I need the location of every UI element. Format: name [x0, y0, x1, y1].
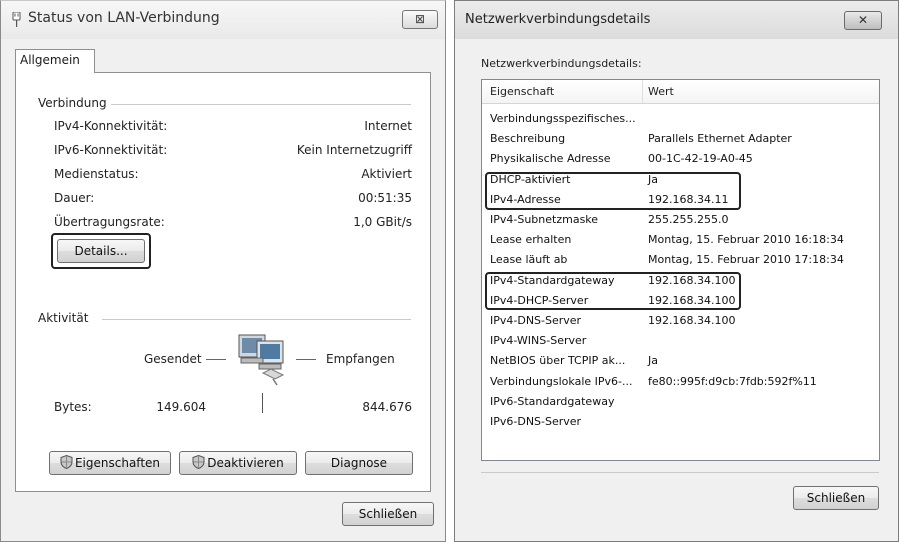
close-icon: ✕: [857, 13, 869, 27]
network-plug-icon: [12, 12, 21, 27]
bytes-received-value: 844.676: [362, 400, 412, 414]
disable-button[interactable]: Deaktivieren: [179, 451, 297, 475]
row-value[interactable]: 00-1C-42-19-A0-45: [648, 152, 753, 165]
disable-button-label: Deaktivieren: [207, 456, 284, 470]
properties-button[interactable]: Eigenschaften: [49, 451, 171, 475]
row-property[interactable]: Lease läuft ab: [490, 253, 567, 266]
ipv6-connectivity-label: IPv6-Konnektivität:: [54, 143, 168, 157]
group-divider: [102, 319, 411, 320]
transfer-rate-value: 1,0 GBit/s: [353, 215, 412, 229]
media-status-value: Aktiviert: [361, 167, 412, 181]
close-button[interactable]: Schließen: [793, 486, 879, 510]
title-bar[interactable]: Netzwerkverbindungsdetails ✕: [455, 1, 898, 39]
row-value[interactable]: Montag, 15. Februar 2010 17:18:34: [648, 253, 844, 266]
row-property[interactable]: IPv4-Subnetzmaske: [490, 213, 598, 226]
network-computers-icon: [238, 334, 285, 386]
bytes-label: Bytes:: [54, 400, 92, 414]
connection-group-label: Verbindung: [38, 96, 113, 110]
ipv4-connectivity-value: Internet: [364, 119, 412, 133]
tab-panel: Verbindung IPv4-Konnektivität: Internet …: [15, 72, 431, 492]
column-header-value[interactable]: Wert: [648, 85, 674, 98]
row-property[interactable]: Lease erhalten: [490, 233, 571, 246]
row-property[interactable]: IPv4-DNS-Server: [490, 314, 581, 327]
window-title: Netzwerkverbindungsdetails: [465, 12, 651, 27]
lan-status-window: Status von LAN-Verbindung ⊠ Allgemein Ve…: [0, 0, 446, 542]
row-value[interactable]: 255.255.255.0: [648, 213, 728, 226]
bytes-sent-value: 149.604: [156, 400, 206, 414]
uac-shield-icon: [60, 455, 73, 469]
row-property[interactable]: Beschreibung: [490, 132, 565, 145]
uac-shield-icon: [192, 455, 205, 469]
ipv4-connectivity-label: IPv4-Konnektivität:: [54, 119, 168, 133]
title-bar[interactable]: Status von LAN-Verbindung ⊠: [1, 1, 445, 39]
details-button[interactable]: Details...: [57, 239, 145, 263]
group-divider: [111, 104, 411, 105]
ipv6-connectivity-value: Kein Internetzugriff: [296, 143, 412, 157]
column-separator[interactable]: [642, 80, 643, 103]
row-value[interactable]: fe80::995f:d9cb:7fdb:592f%11: [648, 375, 817, 388]
duration-value: 00:51:35: [358, 191, 412, 205]
row-property[interactable]: Physikalische Adresse: [490, 152, 611, 165]
sent-label: Gesendet: [144, 352, 202, 366]
diagnose-button[interactable]: Diagnose: [305, 451, 413, 475]
media-status-label: Medienstatus:: [54, 167, 139, 181]
listview-header: Eigenschaft Wert: [482, 80, 879, 104]
properties-button-label: Eigenschaften: [74, 456, 161, 470]
details-subtitle: Netzwerkverbindungsdetails:: [481, 57, 642, 70]
window-title: Status von LAN-Verbindung: [28, 10, 220, 26]
duration-label: Dauer:: [54, 191, 95, 205]
close-icon: ⊠: [414, 12, 426, 26]
footer-divider: [481, 472, 879, 473]
row-property[interactable]: IPv6-DNS-Server: [490, 415, 581, 428]
activity-group-label: Aktivität: [38, 311, 95, 325]
close-button[interactable]: Schließen: [342, 502, 434, 526]
row-property[interactable]: Verbindungsspezifisches...: [490, 112, 636, 125]
row-value[interactable]: Montag, 15. Februar 2010 16:18:34: [648, 233, 844, 246]
row-property[interactable]: IPv6-Standardgateway: [490, 395, 614, 408]
row-property[interactable]: NetBIOS über TCPIP ak...: [490, 354, 625, 367]
sent-line: [206, 359, 226, 360]
dhcp-ipv4-highlight-box: [485, 172, 741, 210]
connection-details-window: Netzwerkverbindungsdetails ✕ Netzwerkver…: [454, 0, 899, 542]
close-window-button[interactable]: ⊠: [402, 10, 438, 29]
row-value[interactable]: 192.168.34.100: [648, 314, 735, 327]
tab-general[interactable]: Allgemein: [15, 49, 95, 73]
transfer-rate-label: Übertragungsrate:: [54, 215, 165, 229]
received-line: [296, 359, 316, 360]
row-value[interactable]: Ja: [648, 354, 658, 367]
gateway-dhcp-highlight-box: [485, 272, 741, 310]
column-header-property[interactable]: Eigenschaft: [490, 85, 554, 98]
details-listview[interactable]: Eigenschaft Wert Verbindungsspezifisches…: [481, 79, 880, 461]
row-property[interactable]: Verbindungslokale IPv6-...: [490, 375, 632, 388]
activity-divider: [262, 393, 263, 413]
close-window-button[interactable]: ✕: [844, 11, 882, 30]
row-value[interactable]: Parallels Ethernet Adapter: [648, 132, 792, 145]
received-label: Empfangen: [326, 352, 395, 366]
row-property[interactable]: IPv4-WINS-Server: [490, 334, 586, 347]
